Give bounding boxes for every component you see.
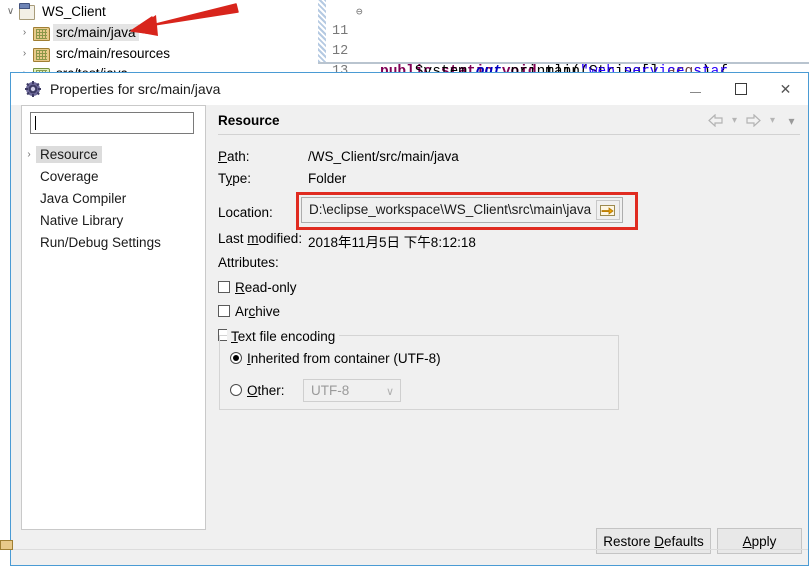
tree-item-src-main-java[interactable]: › src/main/java — [18, 22, 139, 43]
sidebar-item-label: Native Library — [40, 212, 124, 228]
back-arrow-icon[interactable] — [707, 112, 724, 129]
restore-defaults-label: Restore Defaults — [603, 533, 704, 549]
readonly-checkbox-row[interactable]: Read-only — [218, 277, 297, 297]
inherited-encoding-radio-row[interactable]: Inherited from container (UTF-8) — [230, 348, 441, 368]
chevron-right-icon[interactable]: › — [22, 149, 36, 160]
sidebar-item-native-library[interactable]: Native Library — [22, 210, 127, 230]
properties-dialog: Properties for src/main/java ✕ › Resourc… — [10, 72, 809, 566]
package-explorer-tree: ∨ WS_Client › src/main/java › src/main/r… — [0, 0, 318, 72]
tree-item-ws-client[interactable]: ∨ WS_Client — [4, 1, 109, 22]
path-label: Path: — [218, 149, 250, 164]
readonly-label: Read-only — [235, 279, 297, 295]
background-package-folder-icon — [0, 539, 14, 551]
minimize-icon — [690, 91, 701, 93]
last-modified-value: 2018年11月5日 下午8:12:18 — [308, 235, 476, 250]
other-encoding-label: Other: — [247, 382, 285, 398]
type-label: Type: — [218, 171, 252, 186]
apply-label: Apply — [742, 533, 777, 549]
resource-properties-panel: Resource ▾ ▾ ▾ Path: /WS_Client/src/main… — [208, 105, 808, 530]
close-icon: ✕ — [779, 80, 792, 97]
tree-item-label: src/main/resources — [56, 46, 171, 61]
attributes-label: Attributes: — [218, 255, 279, 270]
tree-item-src-main-resources[interactable]: › src/main/resources — [18, 43, 173, 64]
chevron-right-icon[interactable]: › — [18, 48, 31, 59]
dialog-titlebar[interactable]: Properties for src/main/java ✕ — [11, 73, 808, 105]
path-value: /WS_Client/src/main/java — [308, 149, 459, 164]
sidebar-item-resource[interactable]: › Resource — [22, 144, 102, 164]
minimize-button[interactable] — [673, 73, 718, 105]
dialog-title: Properties for src/main/java — [50, 81, 221, 97]
editor-bottom-border — [318, 62, 809, 64]
text-file-encoding-group-title: Text file encoding — [227, 329, 340, 344]
chevron-down-icon: ∨ — [385, 386, 394, 398]
readonly-checkbox[interactable] — [218, 281, 230, 293]
page-title: Resource — [218, 113, 280, 128]
code-line-11: 11 ⊖ public static void main(String[] ar… — [318, 2, 728, 72]
location-input[interactable]: D:\eclipse_workspace\WS_Client\src\main\… — [301, 197, 623, 223]
apply-button[interactable]: Apply — [717, 528, 802, 554]
package-folder-icon — [31, 25, 50, 41]
sidebar-item-label: Coverage — [40, 168, 99, 184]
sidebar-item-label: Resource — [36, 145, 102, 163]
dialog-body: › Resource Coverage Java Compiler Native… — [11, 105, 808, 565]
back-dropdown-icon[interactable]: ▾ — [726, 112, 743, 129]
java-project-icon — [17, 2, 35, 20]
other-encoding-radio[interactable] — [230, 384, 242, 396]
sidebar-item-run-debug-settings[interactable]: Run/Debug Settings — [22, 232, 165, 252]
tree-item-label: src/test/java — [53, 65, 131, 72]
tree-item-label: WS_Client — [42, 4, 106, 19]
other-encoding-radio-row[interactable]: Other: — [230, 380, 285, 400]
filter-input[interactable] — [30, 112, 194, 134]
forward-arrow-icon[interactable] — [745, 112, 762, 129]
browse-folder-icon[interactable] — [596, 200, 620, 220]
maximize-button[interactable] — [718, 73, 763, 105]
sidebar-item-label: Run/Debug Settings — [40, 234, 161, 250]
archive-label: Archive — [235, 303, 281, 319]
location-value: D:\eclipse_workspace\WS_Client\src\main\… — [309, 202, 592, 217]
code-line-12: 12 System.out.println("web service star — [318, 22, 728, 72]
restore-defaults-button[interactable]: Restore Defaults — [596, 528, 711, 554]
code-folding-icon[interactable]: ⊖ — [356, 3, 363, 23]
archive-checkbox[interactable] — [218, 305, 230, 317]
button-bar-divider — [11, 549, 808, 550]
maximize-icon — [734, 83, 747, 95]
last-modified-label: Last modified: — [218, 231, 303, 246]
forward-dropdown-icon[interactable]: ▾ — [764, 112, 781, 129]
inherited-encoding-radio[interactable] — [230, 352, 242, 364]
sidebar-item-java-compiler[interactable]: Java Compiler — [22, 188, 130, 208]
type-value: Folder — [308, 171, 347, 186]
properties-gear-icon — [25, 81, 41, 97]
package-folder-icon — [31, 46, 50, 62]
tree-item-label: src/main/java — [53, 24, 139, 41]
encoding-select-value: UTF-8 — [311, 383, 350, 398]
archive-checkbox-row[interactable]: Archive — [218, 301, 280, 321]
sidebar-item-coverage[interactable]: Coverage — [22, 166, 103, 186]
dialog-navigation-tree: › Resource Coverage Java Compiler Native… — [21, 105, 206, 530]
location-label: Location: — [218, 205, 273, 220]
navigation-toolbar: ▾ ▾ ▾ — [707, 112, 800, 129]
chevron-right-icon[interactable]: › — [18, 27, 31, 38]
text-caret — [35, 116, 36, 130]
inherited-encoding-label: Inherited from container (UTF-8) — [247, 350, 441, 366]
chevron-down-icon[interactable]: ∨ — [4, 6, 17, 17]
header-divider — [218, 134, 800, 135]
java-source-editor[interactable]: 11 ⊖ public static void main(String[] ar… — [318, 0, 809, 72]
code-line-13: 13 HelloWorld implementor = new HelloWor — [318, 42, 370, 72]
close-button[interactable]: ✕ — [763, 73, 808, 105]
sidebar-item-label: Java Compiler — [40, 190, 127, 206]
menu-dropdown-icon[interactable]: ▾ — [783, 112, 800, 129]
encoding-select[interactable]: UTF-8 ∨ — [303, 379, 401, 402]
tree-item-src-test-java[interactable]: › src/test/java — [18, 63, 131, 72]
